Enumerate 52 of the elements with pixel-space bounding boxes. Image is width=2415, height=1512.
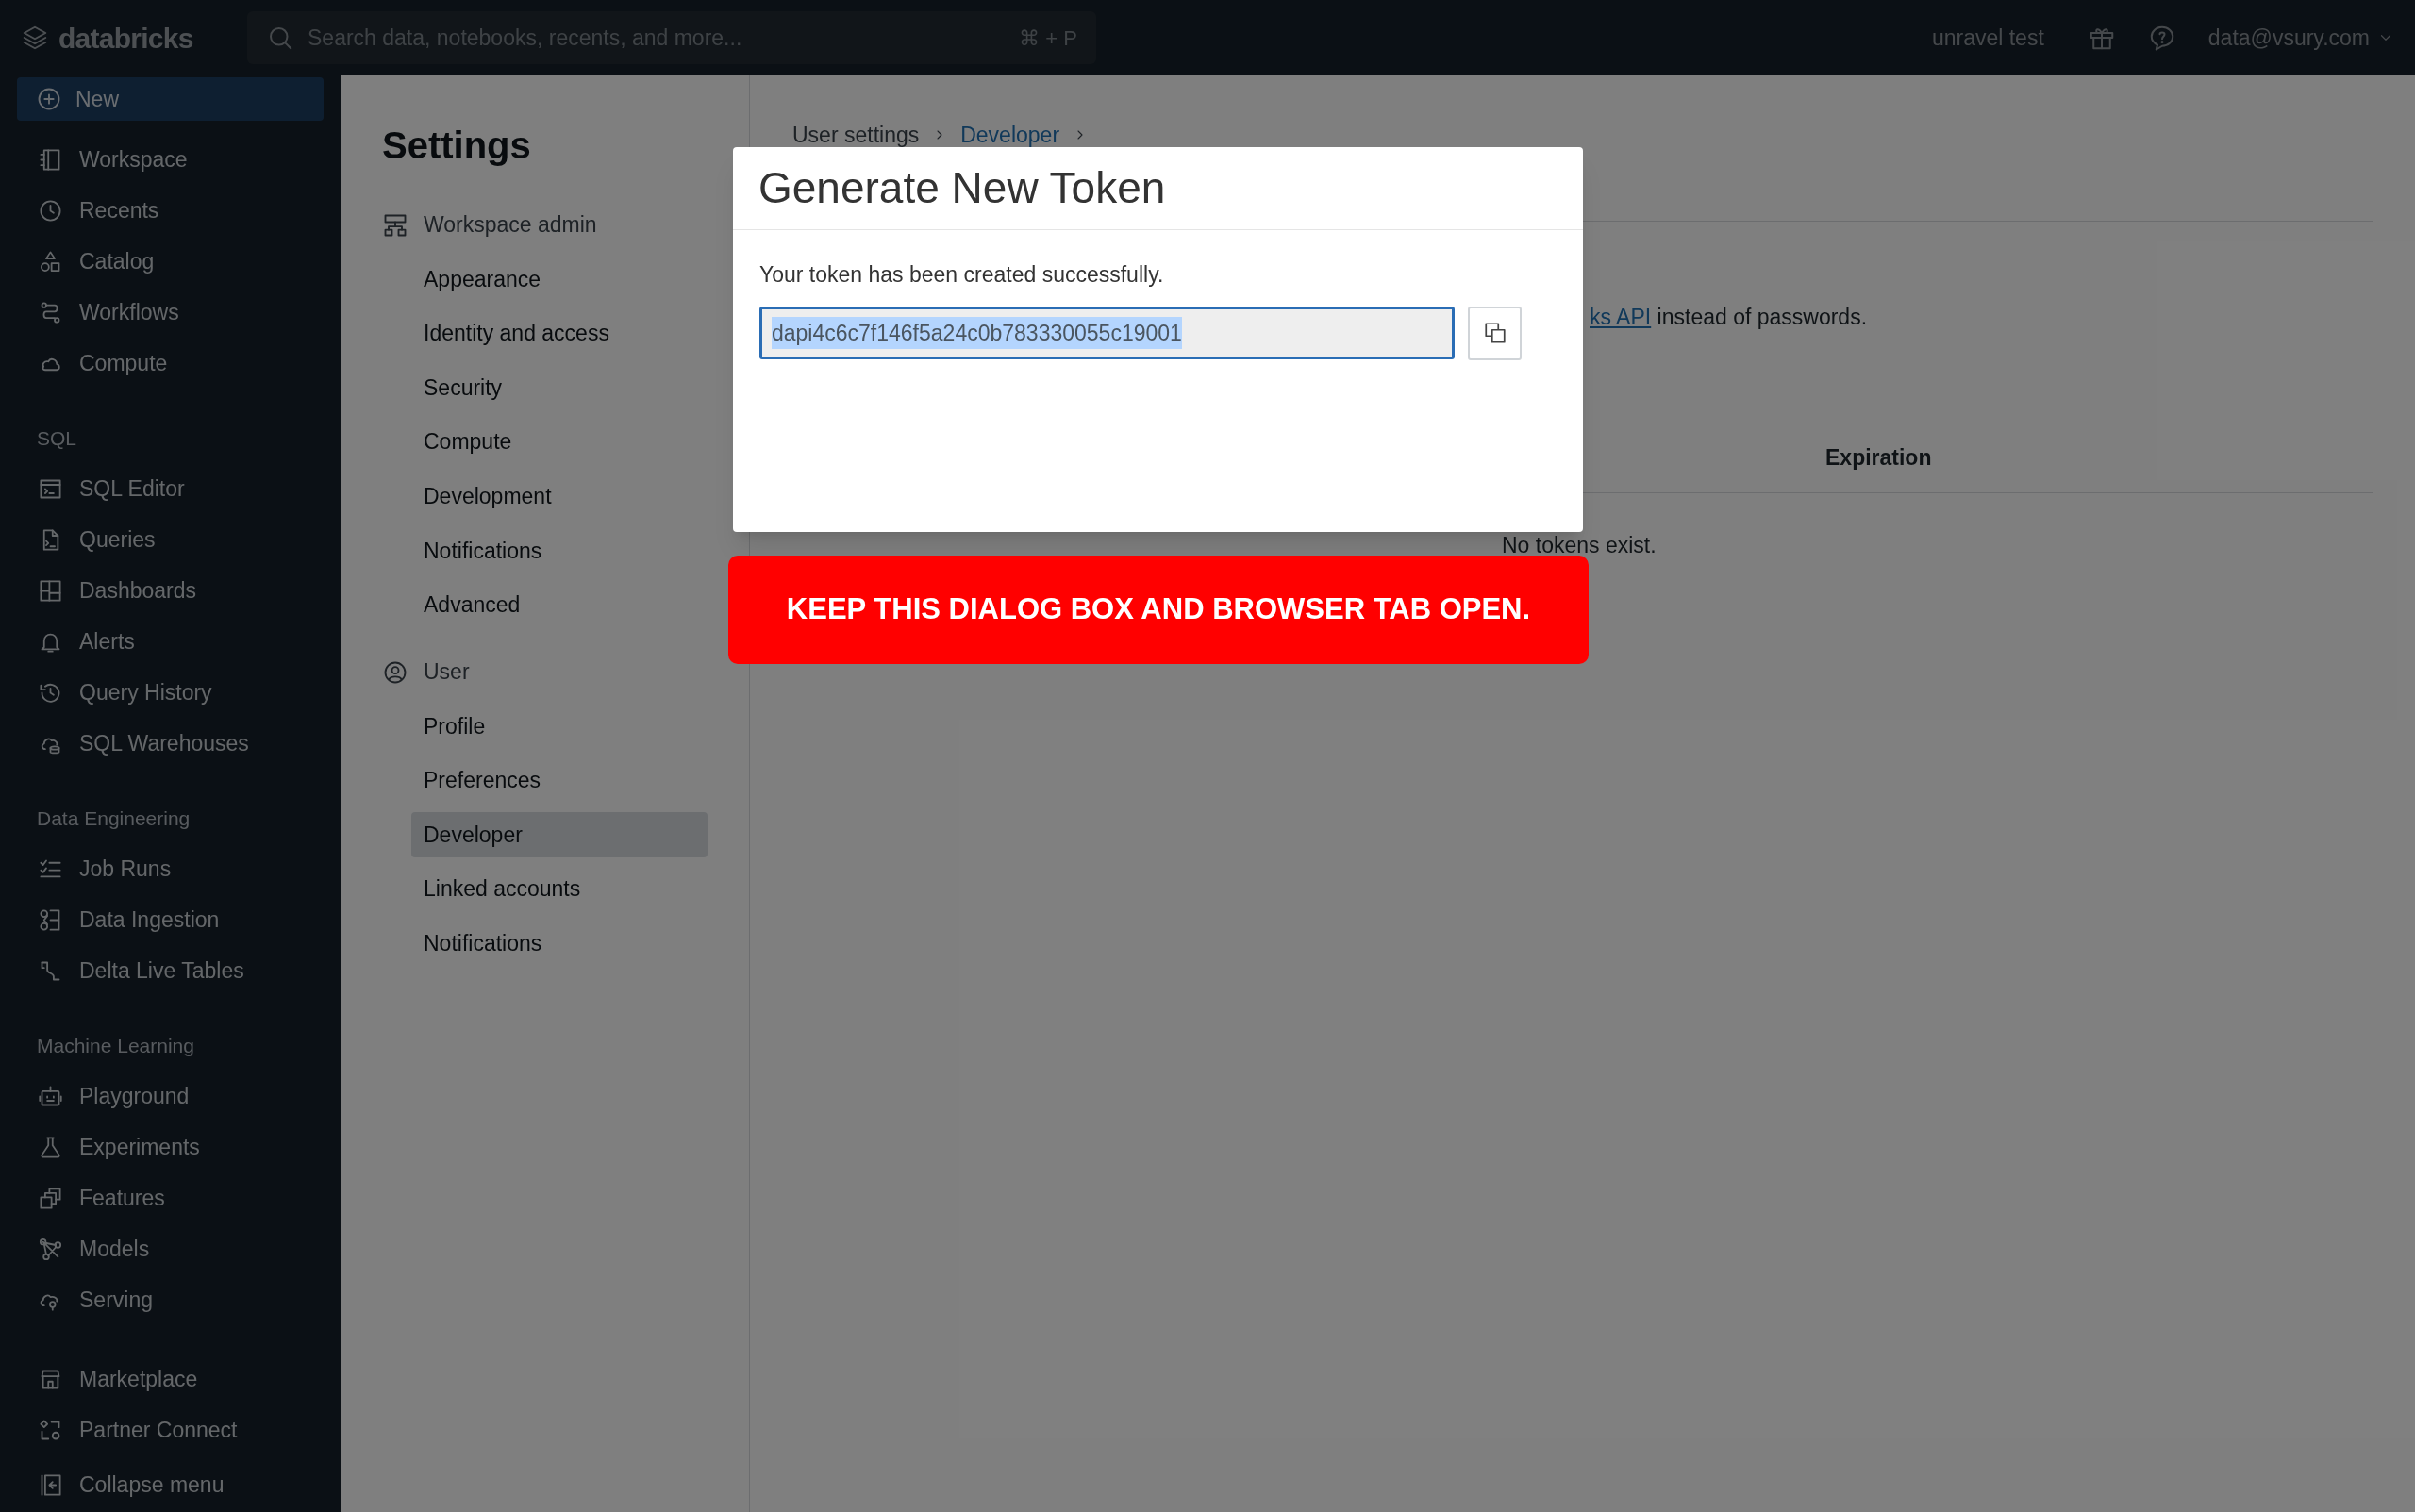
sidebar-item[interactable]: SQL Editor	[0, 463, 341, 514]
layers-logo-icon	[21, 24, 49, 52]
sidebar-item[interactable]: Alerts	[0, 616, 341, 667]
sidebar-item[interactable]: Job Runs	[0, 843, 341, 894]
breadcrumb-link[interactable]: User settings	[792, 118, 920, 152]
sidebar-item[interactable]: Playground	[0, 1071, 341, 1122]
sidebar-item[interactable]: Query History	[0, 667, 341, 718]
breadcrumb-link[interactable]: Developer	[960, 118, 1060, 152]
sidebar-item[interactable]: Workflows	[0, 287, 341, 338]
dialog-message: Your token has been created successfully.	[758, 261, 1165, 289]
group-heading: User	[424, 658, 470, 687]
sidebar-item[interactable]: Experiments	[0, 1122, 341, 1172]
sidebar-item[interactable]: Workspace	[0, 134, 341, 185]
flask-icon	[38, 1134, 63, 1160]
new-button[interactable]: New	[17, 77, 324, 121]
sidebar-item[interactable]: Partner Connect	[0, 1404, 341, 1455]
settings-nav-item[interactable]: Developer	[411, 812, 708, 858]
sidebar-item[interactable]: Features	[0, 1172, 341, 1223]
section-heading: Machine Learning	[36, 1034, 195, 1059]
empty-message: No tokens exist.	[1502, 532, 1657, 559]
sidebar-item[interactable]: Marketplace	[0, 1354, 341, 1404]
workspace-name[interactable]: unravel test	[1931, 21, 2044, 55]
page-title: Settings	[382, 124, 532, 168]
sidebar-item[interactable]: Dashboards	[0, 565, 341, 616]
dashboard-icon	[38, 577, 63, 604]
sidebar-item[interactable]: SQL Warehouses	[0, 718, 341, 769]
banner-text: KEEP THIS DIALOG BOX AND BROWSER TAB OPEN.	[786, 591, 1531, 628]
api-link[interactable]: ks API	[1590, 305, 1652, 329]
group-heading: Workspace admin	[424, 211, 597, 240]
column-header: Expiration	[1825, 443, 1933, 472]
sidebar-item[interactable]: Catalog	[0, 236, 341, 287]
sidebar-item[interactable]: Queries	[0, 514, 341, 565]
collapse-menu-button[interactable]: Collapse menu	[0, 1455, 341, 1512]
sidebar-item[interactable]: Recents	[0, 185, 341, 236]
network-icon	[38, 1236, 63, 1262]
section-heading: Data Engineering	[36, 806, 192, 832]
clock-icon	[38, 197, 63, 224]
user-menu[interactable]: data@vsury.com	[2207, 21, 2394, 55]
description-text: ks API instead of passwords.	[1590, 304, 1869, 331]
token-field[interactable]: dapi4c6c7f146f5a24c0b783330055c19001	[759, 307, 1455, 359]
sidebar-item[interactable]: Delta Live Tables	[0, 945, 341, 996]
sidebar-item[interactable]: Models	[0, 1223, 341, 1274]
plus-circle-icon	[36, 86, 62, 112]
copy-icon	[1482, 321, 1507, 345]
dialog-title: Generate New Token	[758, 162, 1167, 214]
sidebar-item[interactable]: Compute	[0, 338, 341, 389]
copy-button[interactable]	[1468, 306, 1522, 360]
sidebar-item[interactable]: Serving	[0, 1274, 341, 1325]
section-heading: SQL	[36, 426, 78, 452]
sidebar-item[interactable]: Data Ingestion	[0, 894, 341, 945]
logo-text: databricks	[58, 21, 193, 56]
stacked-squares-icon	[38, 1185, 63, 1211]
